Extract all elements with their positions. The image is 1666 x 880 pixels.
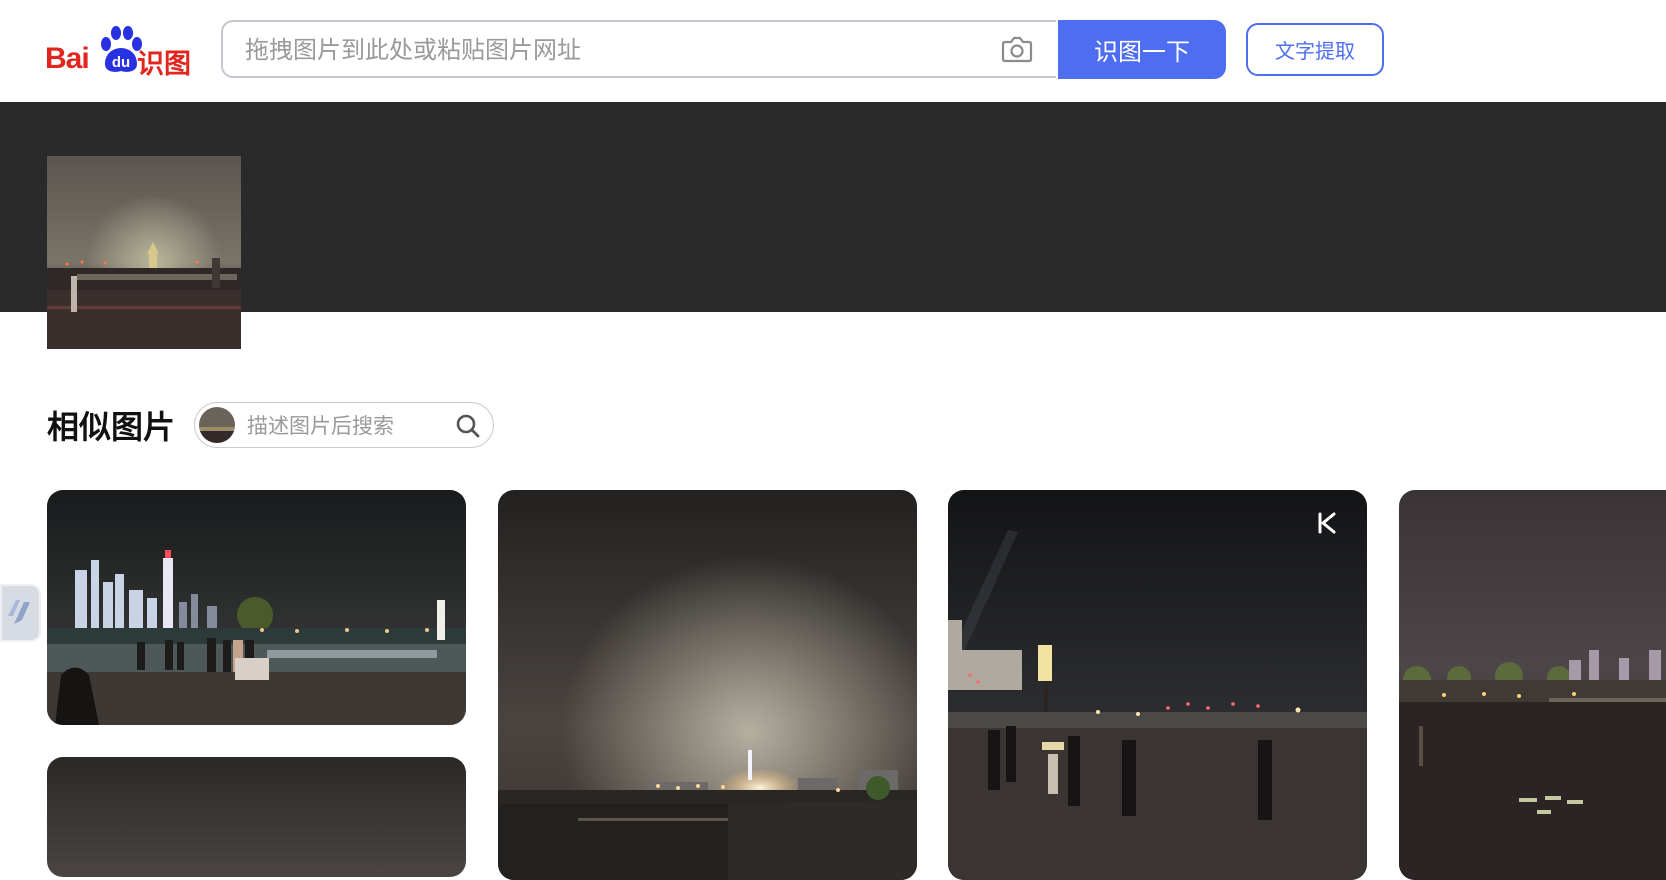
search-icon[interactable] — [455, 413, 481, 439]
logo-text-bai: Bai — [45, 42, 90, 75]
night-lake-reflection — [1399, 490, 1666, 880]
result-image-card[interactable] — [498, 490, 917, 880]
query-image-band — [0, 102, 1666, 312]
image-search-box[interactable] — [221, 20, 1056, 78]
logo-text-shitu: 识图 — [137, 49, 191, 80]
image-url-input[interactable] — [243, 22, 947, 78]
night-riverside-city-skyline — [47, 490, 466, 725]
header: Bai du 识图 识图一下 文字提取 — [0, 0, 1666, 102]
result-image-card[interactable] — [948, 490, 1367, 880]
result-image-card[interactable] — [47, 757, 466, 877]
night-foggy-river-lights — [498, 490, 917, 880]
describe-search-box[interactable] — [194, 402, 494, 448]
text-extract-button[interactable]: 文字提取 — [1246, 23, 1384, 76]
similar-images-title: 相似图片 — [47, 408, 176, 446]
baidu-shitu-logo[interactable]: Bai du 识图 — [45, 24, 195, 80]
lightning-icon — [8, 600, 30, 624]
search-image-button[interactable]: 识图一下 — [1058, 20, 1226, 79]
result-image-card[interactable] — [1399, 490, 1666, 880]
night-sky-partial — [47, 757, 466, 877]
result-image-card[interactable] — [47, 490, 466, 725]
logo-text-du: du — [112, 54, 130, 71]
night-plaza-lamp-crowd — [948, 490, 1367, 880]
camera-icon[interactable] — [1001, 34, 1033, 64]
query-image-thumbnail[interactable] — [47, 156, 241, 349]
side-floating-tab[interactable] — [0, 584, 41, 642]
describe-image-input[interactable] — [245, 407, 449, 445]
query-image-avatar — [199, 407, 235, 443]
